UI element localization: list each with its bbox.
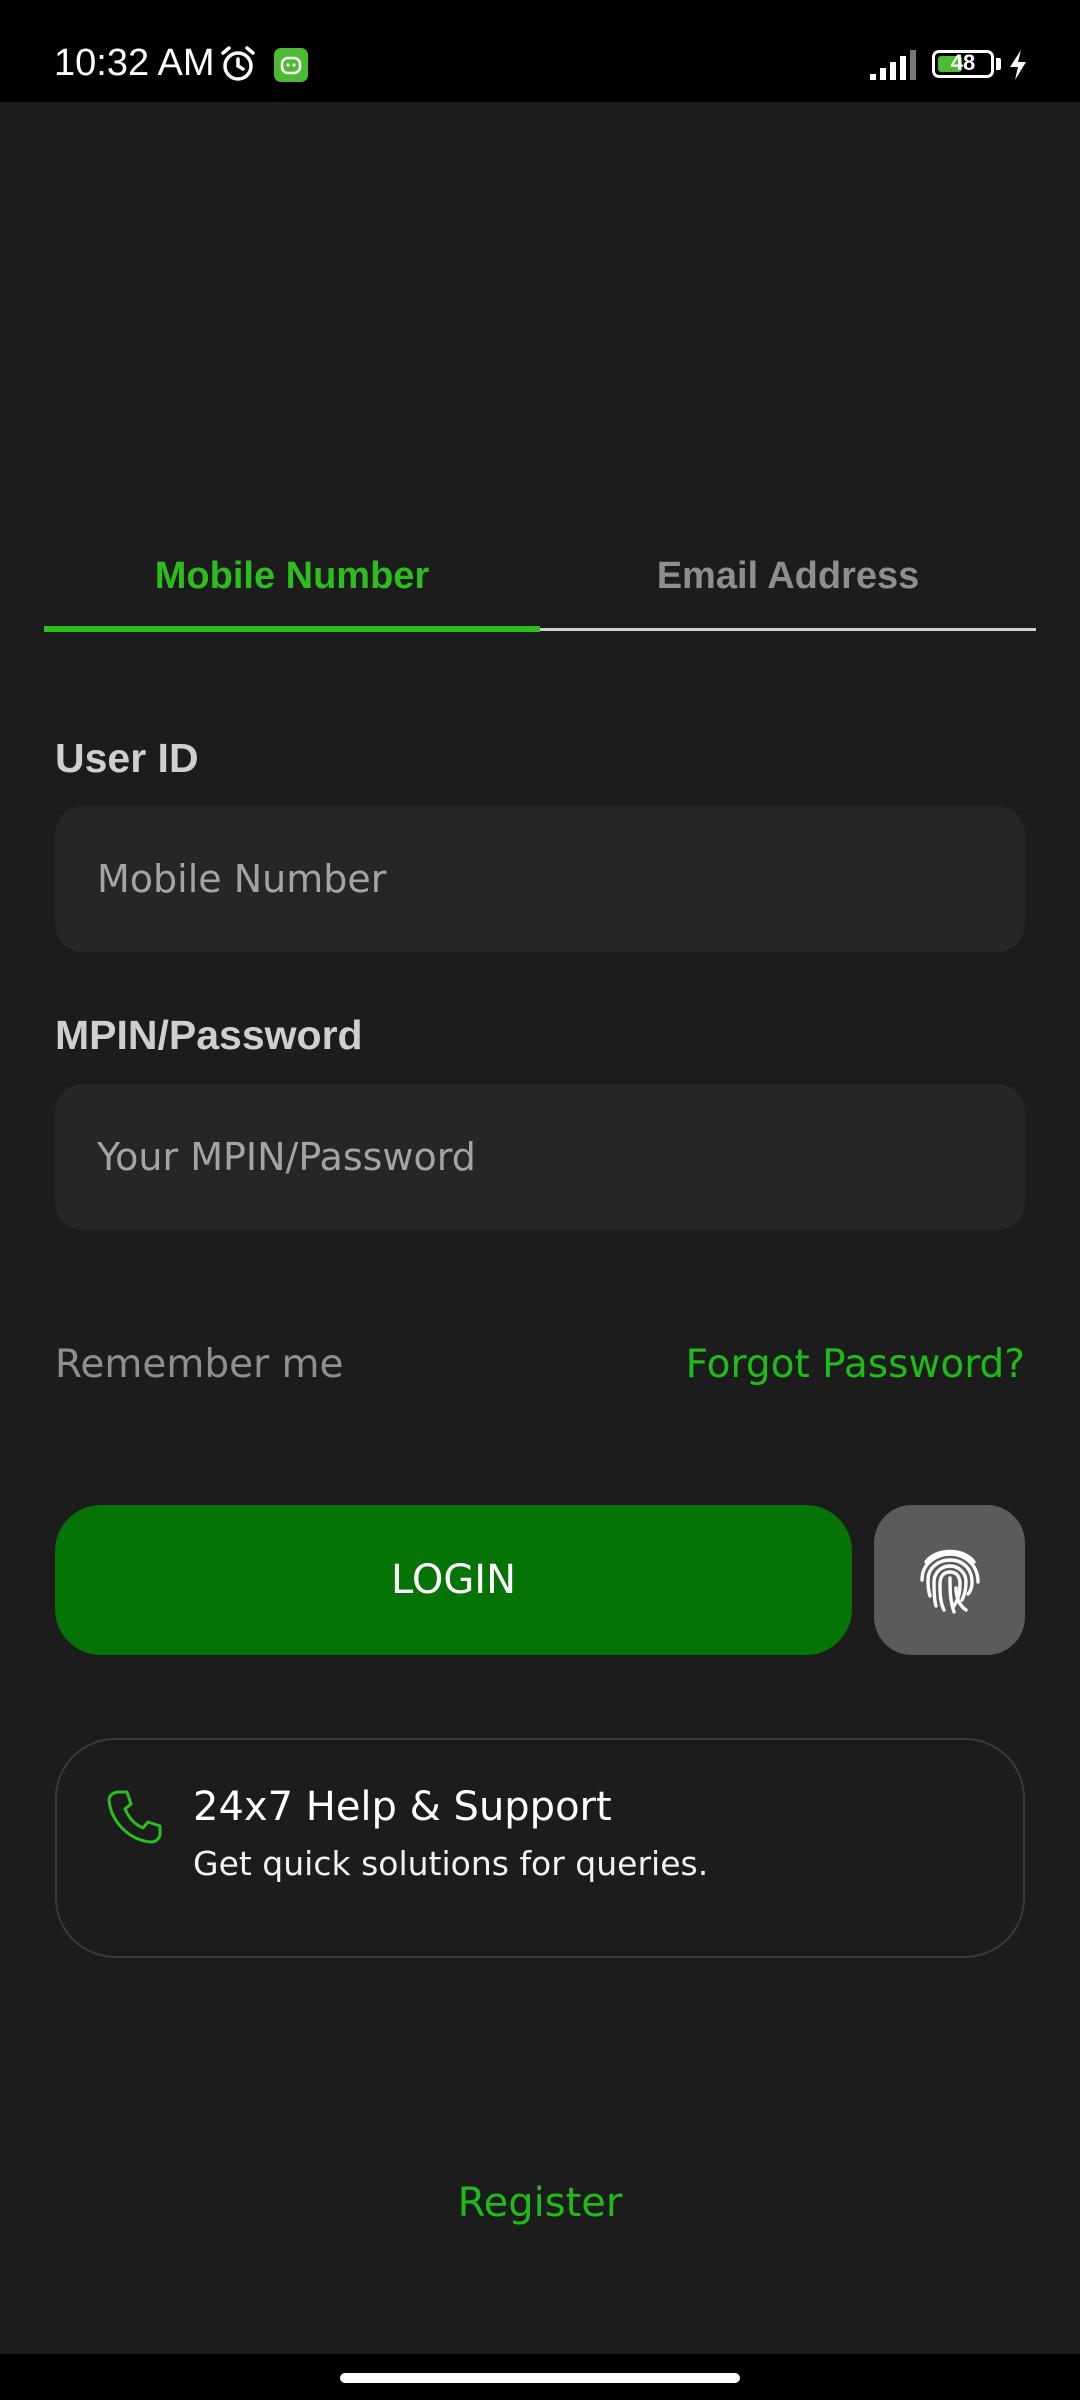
user-id-label: User ID bbox=[55, 735, 199, 781]
login-method-tabs: Mobile Number Email Address bbox=[44, 520, 1036, 632]
phone-icon bbox=[107, 1790, 162, 1844]
register-link[interactable]: Register bbox=[0, 2180, 1080, 2226]
charging-icon bbox=[1010, 50, 1026, 80]
remember-me-label[interactable]: Remember me bbox=[55, 1342, 343, 1387]
password-label: MPIN/Password bbox=[55, 1012, 363, 1058]
tab-active-indicator bbox=[44, 626, 540, 632]
tab-mobile-number[interactable]: Mobile Number bbox=[44, 520, 540, 632]
app-notification-icon bbox=[274, 48, 308, 82]
user-id-input[interactable] bbox=[55, 806, 1025, 952]
status-bar: 10:32 AM 48 bbox=[0, 0, 1080, 102]
battery-icon: 48 bbox=[932, 50, 994, 78]
home-indicator[interactable] bbox=[340, 2373, 740, 2383]
help-support-card[interactable]: 24x7 Help & Support Get quick solutions … bbox=[55, 1738, 1025, 1958]
status-time: 10:32 AM bbox=[54, 42, 215, 84]
help-subtitle: Get quick solutions for queries. bbox=[193, 1844, 709, 1883]
help-title: 24x7 Help & Support bbox=[193, 1784, 612, 1830]
fingerprint-login-button[interactable] bbox=[874, 1505, 1025, 1655]
tab-email-address[interactable]: Email Address bbox=[540, 520, 1036, 632]
password-input[interactable] bbox=[55, 1084, 1025, 1230]
forgot-password-link[interactable]: Forgot Password? bbox=[686, 1342, 1025, 1387]
battery-tip bbox=[996, 58, 1001, 70]
login-button[interactable]: LOGIN bbox=[55, 1505, 852, 1655]
fingerprint-icon bbox=[919, 1549, 980, 1614]
signal-icon bbox=[870, 50, 916, 80]
battery-percentage: 48 bbox=[950, 50, 976, 75]
alarm-icon bbox=[221, 46, 255, 81]
